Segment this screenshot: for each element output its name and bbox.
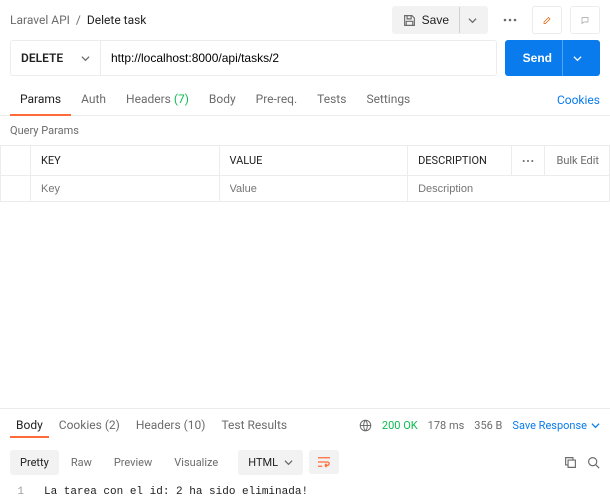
col-more[interactable]: [512, 146, 545, 176]
tab-label: Settings: [366, 92, 410, 106]
resp-tab-tests[interactable]: Test Results: [215, 414, 293, 438]
save-label: Save: [422, 13, 449, 27]
method-selector[interactable]: DELETE: [11, 41, 101, 75]
tab-params[interactable]: Params: [10, 84, 71, 116]
query-params-title: Query Params: [0, 116, 610, 145]
more-actions-button[interactable]: [496, 6, 524, 34]
dots-icon: [503, 18, 517, 22]
comment-button[interactable]: [570, 6, 600, 34]
breadcrumb: Laravel API / Delete task: [10, 13, 392, 27]
format-label: HTML: [248, 456, 278, 469]
col-key: KEY: [31, 146, 220, 176]
chevron-down-icon: [81, 54, 90, 63]
table-row: [1, 176, 610, 202]
tab-label: Pre-req.: [256, 92, 298, 106]
copy-button[interactable]: [564, 456, 577, 469]
resp-tab-body[interactable]: Body: [10, 414, 49, 438]
pencil-icon: [543, 14, 551, 27]
tab-tests[interactable]: Tests: [307, 84, 356, 116]
network-icon[interactable]: [359, 419, 372, 432]
col-desc: DESCRIPTION: [408, 146, 512, 176]
chevron-down-icon: [591, 421, 600, 430]
save-dropdown[interactable]: [459, 7, 477, 33]
tab-body[interactable]: Body: [199, 84, 246, 116]
breadcrumb-request[interactable]: Delete task: [87, 13, 147, 27]
send-dropdown[interactable]: [562, 40, 582, 76]
tab-label: Body: [209, 92, 236, 106]
search-icon: [587, 456, 600, 469]
chevron-down-icon: [284, 458, 293, 467]
tab-label: Auth: [81, 92, 106, 106]
tab-label: Headers: [136, 418, 181, 432]
comment-icon: [581, 14, 589, 27]
tab-label: Params: [20, 92, 61, 106]
tab-count: (2): [105, 418, 120, 432]
line-number: 1: [10, 486, 24, 498]
tab-count: (10): [184, 418, 206, 432]
view-pretty[interactable]: Pretty: [10, 450, 59, 475]
save-button[interactable]: Save: [392, 6, 488, 34]
save-icon: [403, 14, 416, 27]
resp-tab-headers[interactable]: Headers (10): [130, 414, 212, 438]
resp-tab-cookies[interactable]: Cookies (2): [53, 414, 126, 438]
tab-settings[interactable]: Settings: [356, 84, 420, 116]
url-input[interactable]: [101, 41, 496, 75]
view-visualize[interactable]: Visualize: [164, 450, 228, 475]
desc-input[interactable]: [418, 183, 599, 195]
breadcrumb-separator: /: [76, 13, 81, 27]
tab-label: Tests: [317, 92, 346, 106]
copy-icon: [564, 456, 577, 469]
wrap-lines-button[interactable]: [309, 450, 339, 474]
search-button[interactable]: [587, 456, 600, 469]
status-badge: 200 OK: [382, 419, 418, 432]
tab-prereq[interactable]: Pre-req.: [246, 84, 308, 116]
value-input[interactable]: [230, 183, 398, 195]
size-badge: 356 B: [474, 419, 502, 432]
tab-auth[interactable]: Auth: [71, 84, 116, 116]
breadcrumb-collection[interactable]: Laravel API: [10, 13, 70, 27]
save-response-button[interactable]: Save Response: [512, 419, 600, 432]
cookies-link[interactable]: Cookies: [557, 93, 600, 107]
tab-count: (7): [174, 92, 189, 106]
edit-button[interactable]: [532, 6, 562, 34]
dots-icon: [522, 159, 534, 163]
wrap-icon: [317, 456, 331, 468]
view-preview[interactable]: Preview: [104, 450, 162, 475]
params-table: KEY VALUE DESCRIPTION Bulk Edit: [0, 145, 610, 202]
response-text: La tarea con el id: 2 ha sido eliminada!: [44, 486, 308, 498]
send-button[interactable]: Send: [505, 40, 600, 76]
method-label: DELETE: [21, 51, 63, 65]
save-resp-label: Save Response: [512, 419, 587, 432]
col-value: VALUE: [219, 146, 408, 176]
send-label: Send: [523, 51, 552, 65]
tab-label: Cookies: [59, 418, 102, 432]
response-body[interactable]: 1 La tarea con el id: 2 ha sido eliminad…: [0, 482, 610, 502]
key-input[interactable]: [41, 183, 209, 195]
bulk-edit-button[interactable]: Bulk Edit: [545, 146, 610, 176]
format-selector[interactable]: HTML: [238, 450, 303, 475]
view-raw[interactable]: Raw: [61, 450, 102, 475]
chevron-down-icon: [468, 16, 477, 25]
chevron-down-icon: [573, 54, 582, 63]
col-checkbox: [1, 146, 31, 176]
time-badge: 178 ms: [428, 419, 465, 432]
tab-headers[interactable]: Headers (7): [116, 84, 199, 116]
tab-label: Headers: [126, 92, 171, 106]
